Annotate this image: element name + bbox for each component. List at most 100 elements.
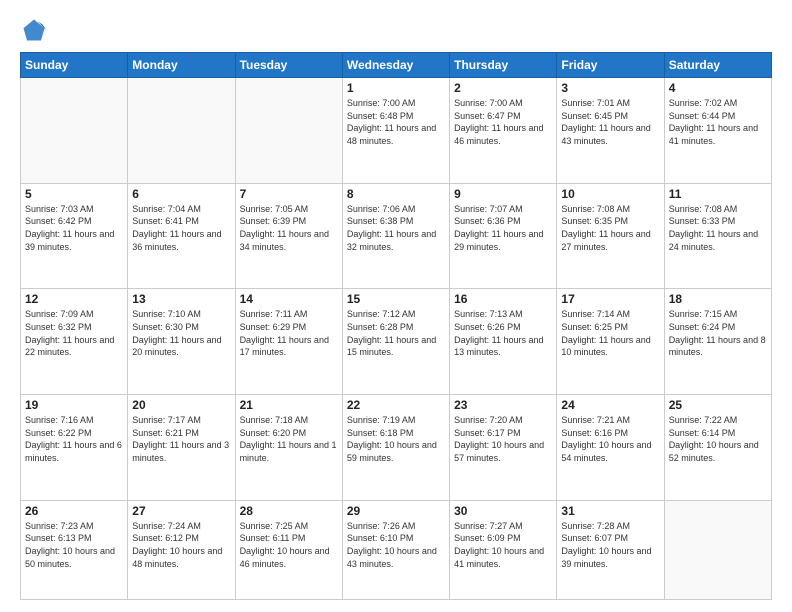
calendar-cell: 26 Sunrise: 7:23 AM Sunset: 6:13 PM Dayli… bbox=[21, 500, 128, 599]
day-number: 19 bbox=[25, 398, 123, 412]
day-number: 2 bbox=[454, 81, 552, 95]
calendar-cell: 27Sunrise: 7:24 AM Sunset: 6:12 PM Dayli… bbox=[128, 500, 235, 599]
day-number: 8 bbox=[347, 187, 445, 201]
day-info: Sunrise: 7:25 AM Sunset: 6:11 PM Dayligh… bbox=[240, 520, 338, 570]
calendar-header-row: SundayMondayTuesdayWednesdayThursdayFrid… bbox=[21, 53, 772, 78]
calendar-cell: 11Sunrise: 7:08 AM Sunset: 6:33 PM Dayli… bbox=[664, 183, 771, 289]
calendar-week-row: 26 Sunrise: 7:23 AM Sunset: 6:13 PM Dayli… bbox=[21, 500, 772, 599]
calendar-cell bbox=[235, 78, 342, 184]
day-number: 22 bbox=[347, 398, 445, 412]
day-info: Sunrise: 7:20 AM Sunset: 6:17 PM Dayligh… bbox=[454, 414, 552, 464]
day-info: Sunrise: 7:00 AM Sunset: 6:48 PM Dayligh… bbox=[347, 97, 445, 147]
calendar-cell: 1 Sunrise: 7:00 AM Sunset: 6:48 PM Daylig… bbox=[342, 78, 449, 184]
day-number: 28 bbox=[240, 504, 338, 518]
calendar-cell: 19 Sunrise: 7:16 AM Sunset: 6:22 PM Dayli… bbox=[21, 395, 128, 501]
weekday-header-thursday: Thursday bbox=[450, 53, 557, 78]
calendar-cell: 4Sunrise: 7:02 AM Sunset: 6:44 PM Daylig… bbox=[664, 78, 771, 184]
day-info: Sunrise: 7:06 AM Sunset: 6:38 PM Dayligh… bbox=[347, 203, 445, 253]
day-number: 6 bbox=[132, 187, 230, 201]
day-info: Sunrise: 7:09 AM Sunset: 6:32 PM Dayligh… bbox=[25, 308, 123, 358]
day-number: 31 bbox=[561, 504, 659, 518]
day-number: 15 bbox=[347, 292, 445, 306]
day-number: 24 bbox=[561, 398, 659, 412]
calendar-week-row: 1 Sunrise: 7:00 AM Sunset: 6:48 PM Daylig… bbox=[21, 78, 772, 184]
calendar-cell: 12 Sunrise: 7:09 AM Sunset: 6:32 PM Dayli… bbox=[21, 289, 128, 395]
calendar-cell: 23 Sunrise: 7:20 AM Sunset: 6:17 PM Dayli… bbox=[450, 395, 557, 501]
calendar-cell bbox=[664, 500, 771, 599]
calendar-week-row: 12 Sunrise: 7:09 AM Sunset: 6:32 PM Dayli… bbox=[21, 289, 772, 395]
calendar-cell: 31 Sunrise: 7:28 AM Sunset: 6:07 PM Dayli… bbox=[557, 500, 664, 599]
day-number: 12 bbox=[25, 292, 123, 306]
day-number: 14 bbox=[240, 292, 338, 306]
day-info: Sunrise: 7:26 AM Sunset: 6:10 PM Dayligh… bbox=[347, 520, 445, 570]
day-info: Sunrise: 7:24 AM Sunset: 6:12 PM Dayligh… bbox=[132, 520, 230, 570]
weekday-header-wednesday: Wednesday bbox=[342, 53, 449, 78]
day-info: Sunrise: 7:18 AM Sunset: 6:20 PM Dayligh… bbox=[240, 414, 338, 464]
day-number: 21 bbox=[240, 398, 338, 412]
calendar-cell: 29 Sunrise: 7:26 AM Sunset: 6:10 PM Dayli… bbox=[342, 500, 449, 599]
calendar-cell bbox=[128, 78, 235, 184]
weekday-header-friday: Friday bbox=[557, 53, 664, 78]
calendar-cell: 3 Sunrise: 7:01 AM Sunset: 6:45 PM Daylig… bbox=[557, 78, 664, 184]
weekday-header-tuesday: Tuesday bbox=[235, 53, 342, 78]
calendar-cell: 13 Sunrise: 7:10 AM Sunset: 6:30 PM Dayli… bbox=[128, 289, 235, 395]
day-info: Sunrise: 7:08 AM Sunset: 6:35 PM Dayligh… bbox=[561, 203, 659, 253]
weekday-header-sunday: Sunday bbox=[21, 53, 128, 78]
day-number: 16 bbox=[454, 292, 552, 306]
day-number: 3 bbox=[561, 81, 659, 95]
logo-icon bbox=[20, 16, 48, 44]
day-number: 13 bbox=[132, 292, 230, 306]
day-number: 29 bbox=[347, 504, 445, 518]
day-info: Sunrise: 7:03 AM Sunset: 6:42 PM Dayligh… bbox=[25, 203, 123, 253]
calendar-cell: 22 Sunrise: 7:19 AM Sunset: 6:18 PM Dayli… bbox=[342, 395, 449, 501]
calendar-cell: 16 Sunrise: 7:13 AM Sunset: 6:26 PM Dayli… bbox=[450, 289, 557, 395]
day-number: 20 bbox=[132, 398, 230, 412]
page-header bbox=[20, 16, 772, 44]
calendar-table: SundayMondayTuesdayWednesdayThursdayFrid… bbox=[20, 52, 772, 600]
calendar-cell: 8 Sunrise: 7:06 AM Sunset: 6:38 PM Daylig… bbox=[342, 183, 449, 289]
day-number: 30 bbox=[454, 504, 552, 518]
calendar-cell: 30Sunrise: 7:27 AM Sunset: 6:09 PM Dayli… bbox=[450, 500, 557, 599]
day-info: Sunrise: 7:07 AM Sunset: 6:36 PM Dayligh… bbox=[454, 203, 552, 253]
day-info: Sunrise: 7:19 AM Sunset: 6:18 PM Dayligh… bbox=[347, 414, 445, 464]
calendar-cell: 17 Sunrise: 7:14 AM Sunset: 6:25 PM Dayli… bbox=[557, 289, 664, 395]
day-number: 17 bbox=[561, 292, 659, 306]
day-number: 4 bbox=[669, 81, 767, 95]
calendar-cell: 18Sunrise: 7:15 AM Sunset: 6:24 PM Dayli… bbox=[664, 289, 771, 395]
calendar-cell: 6 Sunrise: 7:04 AM Sunset: 6:41 PM Daylig… bbox=[128, 183, 235, 289]
day-info: Sunrise: 7:28 AM Sunset: 6:07 PM Dayligh… bbox=[561, 520, 659, 570]
day-info: Sunrise: 7:00 AM Sunset: 6:47 PM Dayligh… bbox=[454, 97, 552, 147]
calendar-cell: 9 Sunrise: 7:07 AM Sunset: 6:36 PM Daylig… bbox=[450, 183, 557, 289]
day-info: Sunrise: 7:21 AM Sunset: 6:16 PM Dayligh… bbox=[561, 414, 659, 464]
calendar-cell: 14 Sunrise: 7:11 AM Sunset: 6:29 PM Dayli… bbox=[235, 289, 342, 395]
day-info: Sunrise: 7:22 AM Sunset: 6:14 PM Dayligh… bbox=[669, 414, 767, 464]
logo bbox=[20, 16, 52, 44]
day-info: Sunrise: 7:23 AM Sunset: 6:13 PM Dayligh… bbox=[25, 520, 123, 570]
calendar-cell: 28 Sunrise: 7:25 AM Sunset: 6:11 PM Dayli… bbox=[235, 500, 342, 599]
day-number: 23 bbox=[454, 398, 552, 412]
day-info: Sunrise: 7:14 AM Sunset: 6:25 PM Dayligh… bbox=[561, 308, 659, 358]
day-info: Sunrise: 7:04 AM Sunset: 6:41 PM Dayligh… bbox=[132, 203, 230, 253]
day-info: Sunrise: 7:16 AM Sunset: 6:22 PM Dayligh… bbox=[25, 414, 123, 464]
day-number: 5 bbox=[25, 187, 123, 201]
calendar-cell: 21 Sunrise: 7:18 AM Sunset: 6:20 PM Dayli… bbox=[235, 395, 342, 501]
day-number: 9 bbox=[454, 187, 552, 201]
day-info: Sunrise: 7:01 AM Sunset: 6:45 PM Dayligh… bbox=[561, 97, 659, 147]
day-info: Sunrise: 7:15 AM Sunset: 6:24 PM Dayligh… bbox=[669, 308, 767, 358]
day-info: Sunrise: 7:17 AM Sunset: 6:21 PM Dayligh… bbox=[132, 414, 230, 464]
day-info: Sunrise: 7:05 AM Sunset: 6:39 PM Dayligh… bbox=[240, 203, 338, 253]
weekday-header-monday: Monday bbox=[128, 53, 235, 78]
day-number: 11 bbox=[669, 187, 767, 201]
calendar-cell: 24 Sunrise: 7:21 AM Sunset: 6:16 PM Dayli… bbox=[557, 395, 664, 501]
weekday-header-saturday: Saturday bbox=[664, 53, 771, 78]
day-info: Sunrise: 7:11 AM Sunset: 6:29 PM Dayligh… bbox=[240, 308, 338, 358]
day-info: Sunrise: 7:10 AM Sunset: 6:30 PM Dayligh… bbox=[132, 308, 230, 358]
day-number: 26 bbox=[25, 504, 123, 518]
day-info: Sunrise: 7:12 AM Sunset: 6:28 PM Dayligh… bbox=[347, 308, 445, 358]
calendar-cell: 25Sunrise: 7:22 AM Sunset: 6:14 PM Dayli… bbox=[664, 395, 771, 501]
calendar-cell: 10 Sunrise: 7:08 AM Sunset: 6:35 PM Dayli… bbox=[557, 183, 664, 289]
day-info: Sunrise: 7:13 AM Sunset: 6:26 PM Dayligh… bbox=[454, 308, 552, 358]
day-number: 10 bbox=[561, 187, 659, 201]
day-number: 1 bbox=[347, 81, 445, 95]
day-number: 7 bbox=[240, 187, 338, 201]
